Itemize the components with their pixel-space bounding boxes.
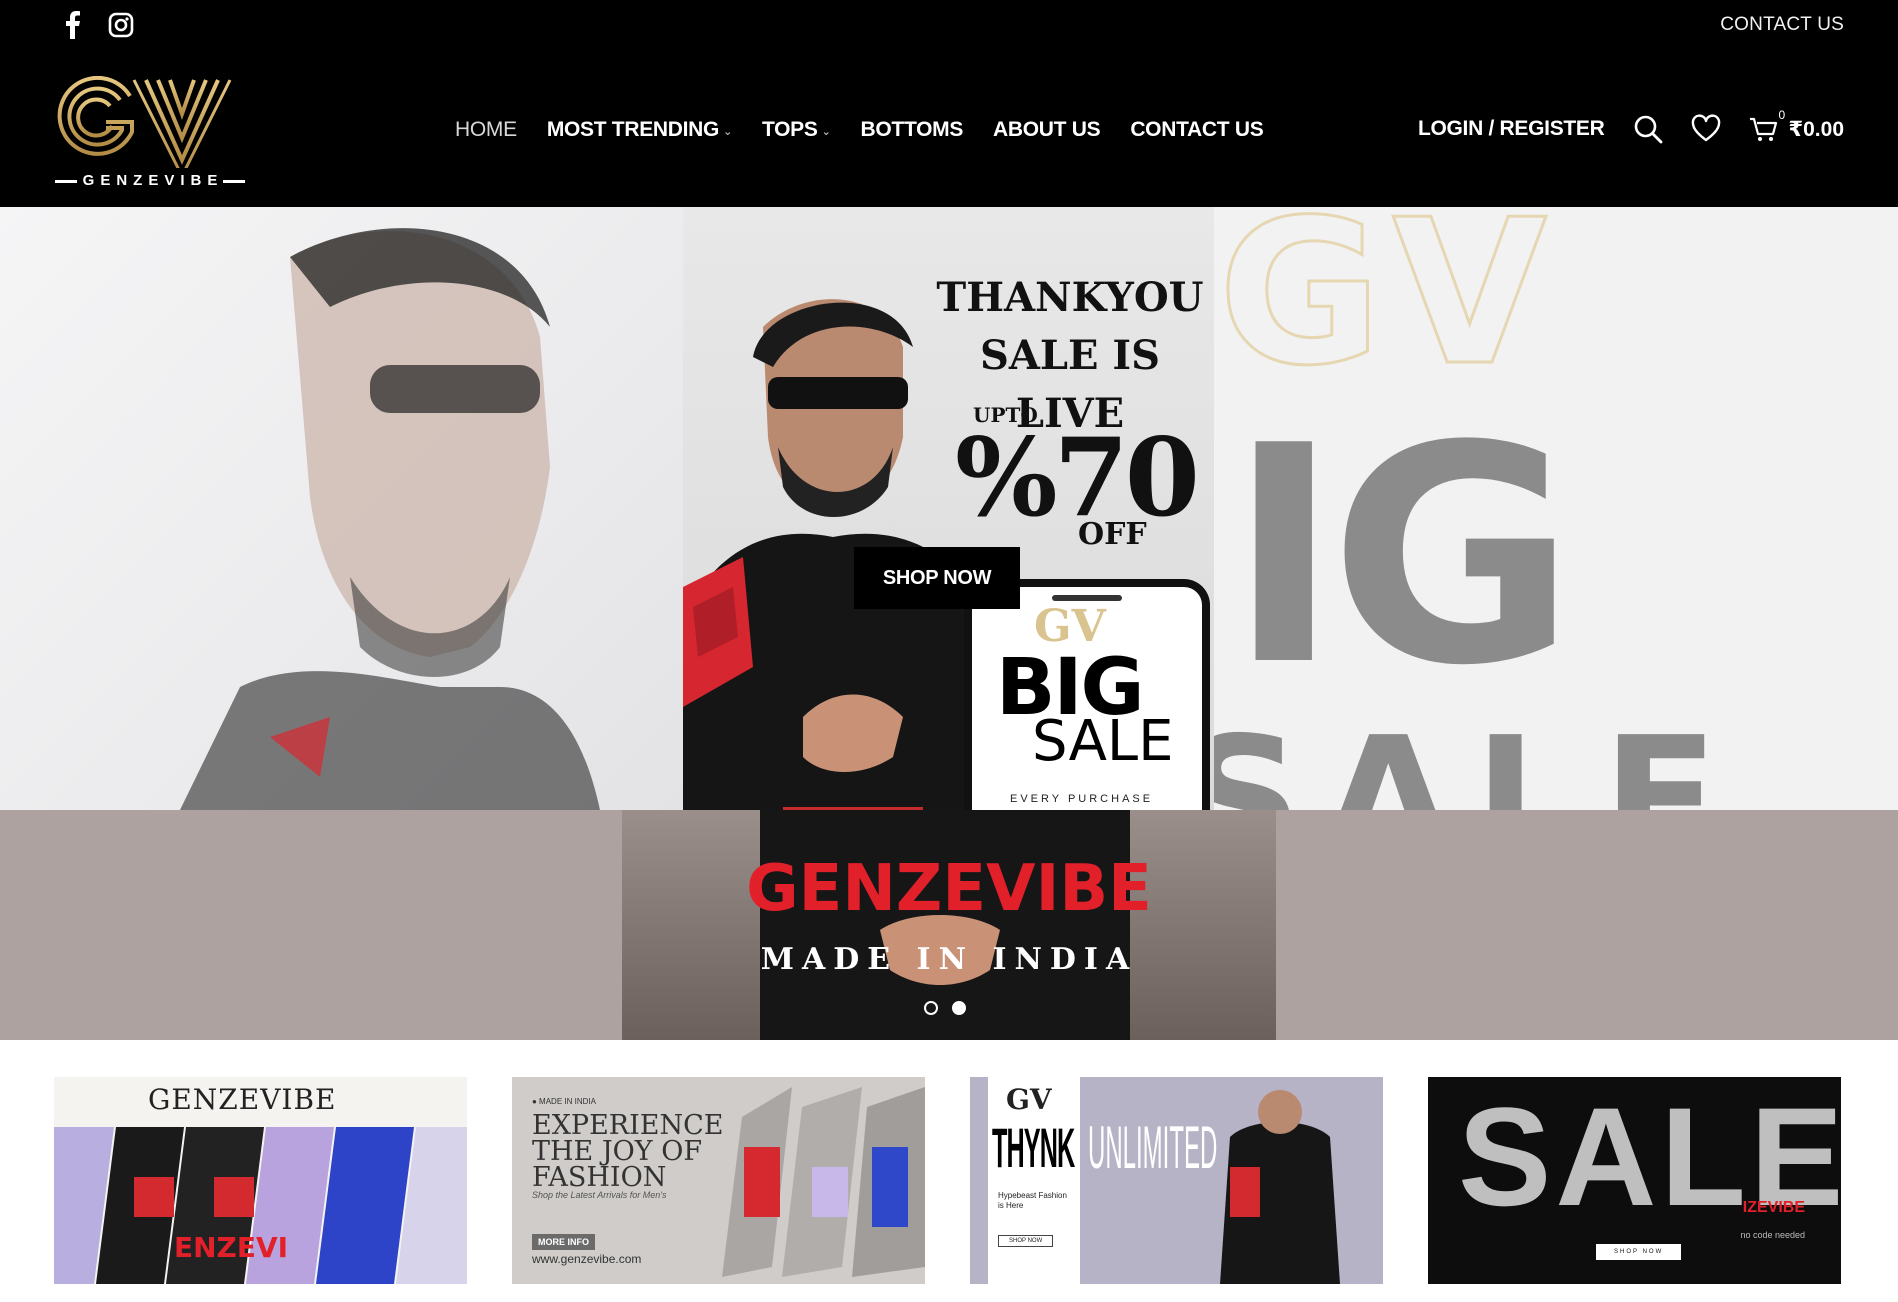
hero-brand-text: GENZEVIBE xyxy=(746,852,1152,926)
wishlist-heart-icon[interactable] xyxy=(1691,114,1721,144)
banner2-url: www.genzevibe.com xyxy=(532,1252,642,1266)
banner4-code: no code needed xyxy=(1740,1230,1805,1240)
cart-button[interactable]: 0 ₹0.00 xyxy=(1749,108,1844,144)
cart-total: ₹0.00 xyxy=(1788,117,1844,141)
main-nav: HOME MOST TRENDING ⌄ TOPS ⌄ BOTTOMS ABOUT … xyxy=(455,118,1264,142)
nav-home-label: HOME xyxy=(455,118,517,141)
hero-off: OFF xyxy=(1078,517,1147,552)
banner1-models-image: ENZEVI xyxy=(54,1127,467,1284)
promo-banner-1[interactable]: GENZEVIBE ENZEVI xyxy=(54,1077,467,1284)
banner3-model-image xyxy=(1220,1090,1340,1284)
banner3-shop-now: SHOP NOW xyxy=(998,1235,1054,1247)
search-icon[interactable] xyxy=(1633,114,1663,144)
gv-monogram-icon xyxy=(57,75,232,180)
facebook-icon[interactable] xyxy=(60,10,86,40)
instagram-icon[interactable] xyxy=(108,10,134,40)
hero-bg-big: IG xyxy=(1228,382,1576,731)
slider-dots xyxy=(924,1001,966,1015)
chevron-down-icon: ⌄ xyxy=(723,125,732,138)
nav-bottoms-label: BOTTOMS xyxy=(860,118,964,141)
header-tools: LOGIN / REGISTER 0 ₹0.00 xyxy=(1418,108,1844,144)
nav-tops-label: TOPS xyxy=(762,118,818,141)
banner3-thynk: THYNK xyxy=(992,1116,1075,1179)
phone-sale: SALE xyxy=(1032,709,1174,774)
cart-count-badge: 0 xyxy=(1778,108,1786,122)
promo-banners: GENZEVIBE ENZEVI ● MADE IN INDIA EXPERIE… xyxy=(54,1077,1844,1284)
banner3-hype: Hypebeast Fashion is Here xyxy=(998,1191,1067,1210)
hero-percent: %70 xyxy=(955,415,1200,541)
hero-line1: THANKYOU xyxy=(936,274,1204,321)
nav-bottoms[interactable]: BOTTOMS xyxy=(861,118,964,142)
login-register-link[interactable]: LOGIN / REGISTER xyxy=(1418,117,1605,141)
hero-bg-logo: GV xyxy=(1217,207,1557,412)
promo-banner-3[interactable]: GV THYNK UNLIMITED Hypebeast Fashion is … xyxy=(970,1077,1383,1284)
logo-brand: GENZEVIBE xyxy=(82,172,224,189)
nav-most-trending-label: MOST TRENDING xyxy=(546,118,720,141)
logo-brand-text: GENZEVIBE xyxy=(52,172,248,189)
banner4-brand: IZEVIBE xyxy=(1742,1199,1805,1216)
hero-phone-graphic: GV BIG SALE EVERY PURCHASE xyxy=(964,579,1210,819)
banner4-shop-now: SHOP NOW xyxy=(1596,1244,1682,1260)
promo-banner-2[interactable]: ● MADE IN INDIA EXPERIENCE THE JOY OF FA… xyxy=(512,1077,925,1284)
slider-dot-1[interactable] xyxy=(924,1001,938,1015)
site-header: CONTACT US GENZEVIBE HOME MOST TRENDING ⌄… xyxy=(0,0,1898,207)
banner2-title: EXPERIENCE THE JOY OF FASHION xyxy=(532,1110,724,1193)
banner2-more-info: MORE INFO xyxy=(532,1234,595,1250)
banner2-tag: ● MADE IN INDIA xyxy=(532,1097,596,1106)
chevron-down-icon: ⌄ xyxy=(821,125,831,138)
banner3-logo: GV xyxy=(1006,1083,1052,1116)
banner2-subtitle: Shop the Latest Arrivals for Men's xyxy=(532,1190,667,1200)
nav-most-trending[interactable]: MOST TRENDING ⌄ xyxy=(547,118,732,142)
hero-model-faded-image xyxy=(180,228,600,810)
svg-text:ENZEVI: ENZEVI xyxy=(174,1231,288,1264)
top-contact-link[interactable]: CONTACT US xyxy=(1720,14,1844,36)
phone-caption: EVERY PURCHASE xyxy=(1010,793,1154,805)
nav-contact-us-label: CONTACT US xyxy=(1130,118,1264,141)
shop-now-button[interactable]: SHOP NOW xyxy=(854,547,1020,609)
site-logo[interactable]: GENZEVIBE xyxy=(52,75,248,189)
hero-slider: GV IG SALE THANKYOU SALE IS LIVE UPTO %7… xyxy=(0,207,1898,1040)
social-links xyxy=(60,10,134,40)
nav-tops[interactable]: TOPS ⌄ xyxy=(762,118,831,142)
nav-home[interactable]: HOME xyxy=(455,118,517,142)
nav-contact-us[interactable]: CONTACT US xyxy=(1130,118,1263,142)
nav-about-us[interactable]: ABOUT US xyxy=(993,118,1101,142)
hero-bg-sale: SALE xyxy=(1180,715,1738,810)
banner2-models-image xyxy=(722,1087,925,1277)
slider-dot-2[interactable] xyxy=(952,1001,966,1015)
cart-icon xyxy=(1749,114,1779,144)
hero-made-in: MADE IN INDIA xyxy=(760,942,1138,977)
promo-banner-4[interactable]: SALE IZEVIBE no code needed SHOP NOW xyxy=(1428,1077,1841,1284)
nav-about-us-label: ABOUT US xyxy=(993,118,1101,141)
